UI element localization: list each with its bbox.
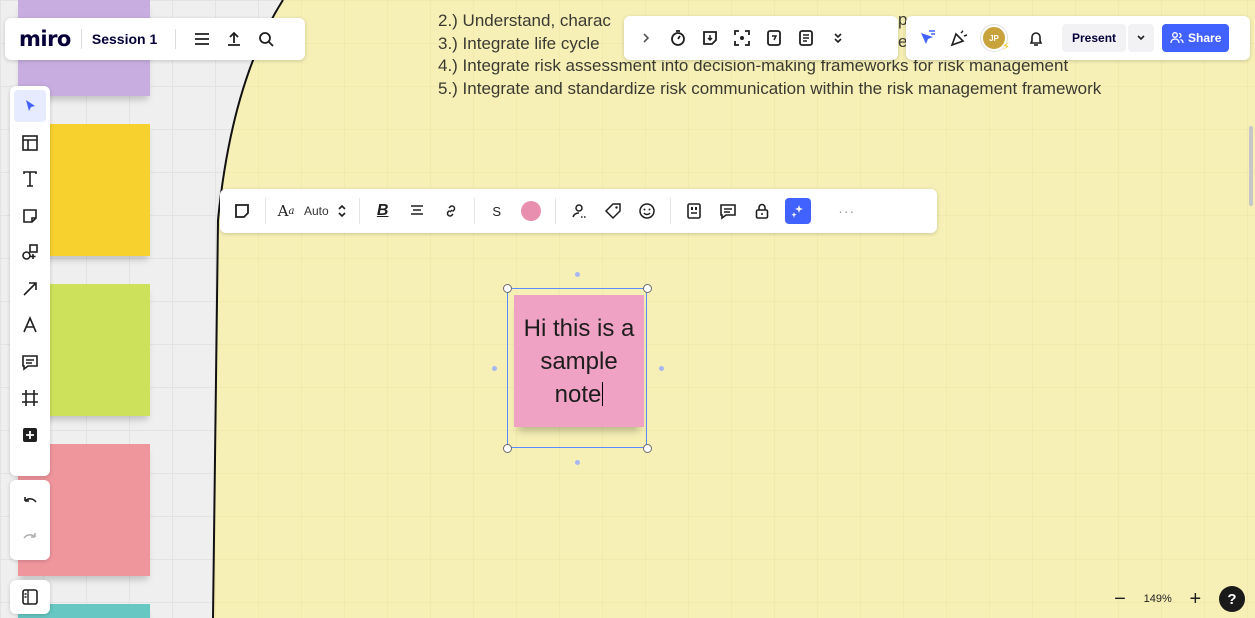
collaboration-toolbar (624, 16, 898, 60)
header-panel: miro Session 1 (5, 18, 305, 60)
font-size-value[interactable]: Auto (304, 204, 329, 218)
menu-icon[interactable] (188, 25, 216, 53)
bold-underline-icon[interactable]: B (369, 197, 397, 225)
upload-icon[interactable] (220, 25, 248, 53)
kanban-icon[interactable] (680, 197, 708, 225)
history-toolbar (10, 480, 50, 560)
zoom-controls: − 149% + ? (1105, 583, 1249, 615)
sticky-export-icon[interactable] (696, 24, 724, 52)
select-icon[interactable] (14, 90, 46, 122)
redo-icon[interactable] (14, 522, 46, 554)
comment-icon[interactable] (714, 197, 742, 225)
arrow-icon[interactable] (14, 273, 46, 305)
resize-handle-top-left[interactable] (503, 284, 512, 293)
resize-handle-top-right[interactable] (643, 284, 652, 293)
voting-icon[interactable] (760, 24, 788, 52)
zoom-in-button[interactable]: + (1184, 588, 1206, 611)
sticky-size-selector[interactable]: S (487, 204, 507, 219)
tag-icon[interactable] (599, 197, 627, 225)
divider (554, 198, 556, 224)
link-icon[interactable] (437, 197, 465, 225)
more-options-icon[interactable]: ··· (833, 197, 861, 225)
owner-icon[interactable] (565, 197, 593, 225)
connector-dot-bottom[interactable] (575, 460, 580, 465)
zoom-level[interactable]: 149% (1144, 593, 1172, 605)
focus-icon[interactable] (728, 24, 756, 52)
pen-icon[interactable] (14, 309, 46, 341)
help-button[interactable]: ? (1218, 586, 1245, 612)
align-center-icon[interactable] (403, 197, 431, 225)
sticky-note-icon[interactable] (14, 200, 46, 232)
undo-icon[interactable] (14, 486, 46, 518)
add-icon[interactable] (14, 419, 46, 451)
connector-dot-top[interactable] (575, 272, 580, 277)
bell-icon[interactable] (1021, 23, 1051, 53)
sticky-type-icon[interactable] (228, 197, 256, 225)
connector-dot-right[interactable] (659, 366, 664, 371)
sticky-color-picker[interactable] (520, 201, 541, 221)
divider (265, 198, 266, 224)
chevron-down-icon (1137, 35, 1145, 41)
sticky-context-toolbar: Aa Auto B S ··· (220, 189, 937, 233)
connector-dot-left[interactable] (492, 366, 497, 371)
selection-box (507, 288, 647, 448)
avatar[interactable]: JP ⚡ (981, 25, 1010, 53)
shapes-icon[interactable] (14, 236, 46, 268)
avatar-initials: JP (989, 33, 999, 43)
stepper-icon[interactable] (334, 197, 350, 225)
emoji-icon[interactable] (633, 197, 661, 225)
users-icon (1170, 31, 1184, 45)
celebrate-icon[interactable] (944, 23, 974, 53)
frame-icon[interactable] (14, 382, 46, 414)
miro-logo[interactable]: miro (19, 27, 71, 51)
notes-icon[interactable] (792, 24, 820, 52)
board-name[interactable]: Session 1 (92, 31, 157, 47)
share-button[interactable]: Share (1162, 24, 1230, 52)
comment-icon[interactable] (14, 346, 46, 378)
resize-handle-bottom-left[interactable] (503, 444, 512, 453)
divider (175, 29, 177, 49)
top-right-toolbar: JP ⚡ Present Share (906, 16, 1250, 60)
timer-icon[interactable] (664, 24, 692, 52)
creation-toolbar (10, 86, 50, 476)
font-icon[interactable]: Aa (275, 197, 297, 225)
zoom-out-button[interactable]: − (1109, 588, 1131, 611)
vertical-scrollbar[interactable] (1249, 126, 1253, 206)
chevron-right-icon[interactable] (632, 24, 660, 52)
search-icon[interactable] (252, 25, 280, 53)
lock-icon[interactable] (748, 197, 776, 225)
ai-sparkle-icon[interactable] (784, 198, 811, 224)
board-text-line: 5.) Integrate and standardize risk commu… (438, 78, 1102, 98)
present-button[interactable]: Present (1062, 24, 1127, 52)
panel-toggle[interactable] (10, 580, 50, 614)
board-canvas[interactable]: 2.) Understand, charac 3.) Integrate lif… (0, 0, 1255, 618)
divider (473, 198, 475, 224)
templates-icon[interactable] (14, 127, 46, 159)
bolt-icon: ⚡ (1002, 41, 1010, 53)
sidebar-panel-icon (21, 588, 39, 606)
present-options-button[interactable] (1128, 24, 1155, 52)
double-chevron-icon[interactable] (824, 24, 852, 52)
resize-handle-bottom-right[interactable] (643, 444, 652, 453)
divider (669, 198, 671, 224)
text-icon[interactable] (14, 163, 46, 195)
share-label: Share (1188, 31, 1222, 45)
cursor-follow-icon[interactable] (912, 23, 942, 53)
divider (80, 29, 82, 49)
divider (358, 198, 360, 224)
